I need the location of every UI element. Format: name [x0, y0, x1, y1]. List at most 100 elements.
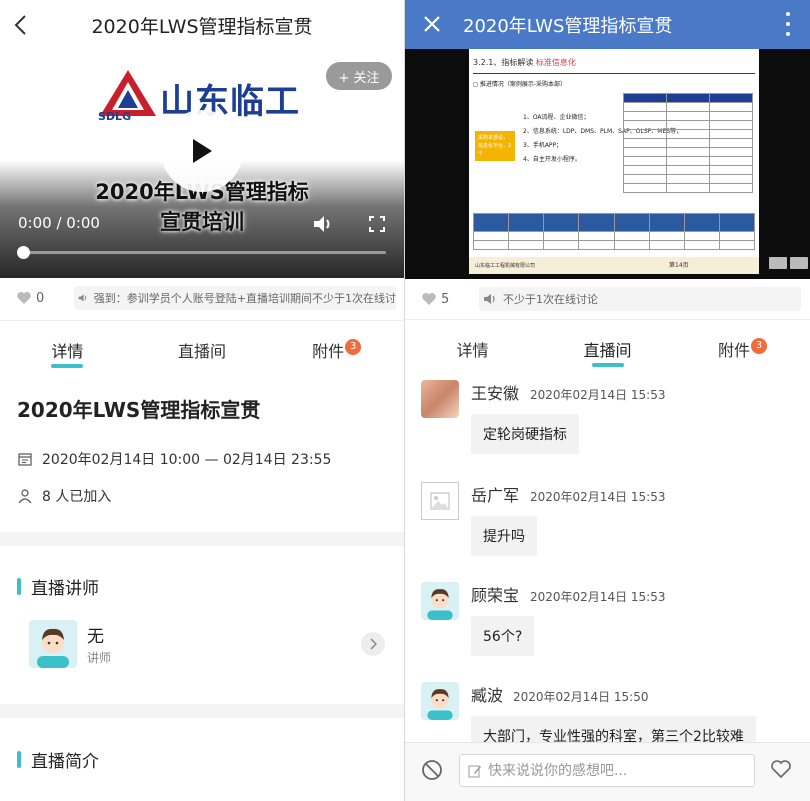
logo-sub: SDLG	[98, 110, 132, 123]
fullscreen-button[interactable]	[369, 216, 385, 236]
user-icon	[18, 489, 32, 504]
like-count: 5	[441, 291, 450, 307]
comment-bar	[405, 742, 810, 801]
tab-bar: 详情 直播间 附件 3	[0, 320, 404, 372]
event-time-row: 2020年02月14日 10:00 — 02月14日 23:55	[17, 449, 331, 469]
message-bubble: 定轮岗硬指标	[471, 414, 579, 454]
joined-row: 8 人已加入	[17, 486, 111, 506]
volume-button[interactable]	[312, 214, 334, 238]
slide-page-number: 第14页	[669, 262, 689, 269]
lecturer-role: 讲师	[87, 651, 112, 665]
tab-live-room[interactable]: 直播间	[135, 321, 270, 372]
like-count: 0	[36, 290, 45, 306]
message-time: 2020年02月14日 15:53	[530, 490, 666, 504]
heart-icon[interactable]	[421, 292, 437, 306]
close-button[interactable]	[419, 10, 445, 38]
notice-marquee: 强到：参训学员个人账号登陆+直播培训期间不少于1次在线讨	[74, 286, 396, 310]
lecturer-section-title: 直播讲师	[17, 574, 99, 599]
slide-control-button[interactable]	[790, 257, 808, 269]
lecturer-name: 无	[87, 627, 104, 647]
lecturer-card[interactable]: 无 讲师	[29, 620, 389, 670]
video-player[interactable]: 山东临工 SDLG 2020年LWS管理指标 宣贯培训 + 关注 0:00 / …	[0, 50, 404, 278]
section-divider	[0, 532, 404, 546]
avatar	[421, 380, 459, 418]
page-title: 2020年LWS管理指标宣贯	[463, 16, 673, 37]
mute-button[interactable]	[421, 759, 443, 785]
intro-section-title: 直播简介	[17, 747, 99, 772]
tab-attachments[interactable]: 附件 3	[675, 320, 810, 371]
video-progress-track[interactable]	[24, 251, 386, 254]
cartoon-avatar-icon	[421, 582, 459, 620]
play-button[interactable]	[161, 110, 243, 192]
avatar	[421, 682, 459, 720]
cartoon-avatar-icon	[29, 620, 77, 668]
tab-label: 详情	[456, 341, 489, 360]
follow-button[interactable]: + 关注	[326, 62, 392, 90]
page-title: 2020年LWS管理指标宣贯	[91, 15, 313, 38]
avatar	[29, 620, 77, 668]
section-accent-bar	[17, 578, 21, 595]
slide-viewer[interactable]: 3.2.1、指标解读 标准信息化 ◻ 推进情况（案例展示-采购本部） 采购本部设…	[405, 49, 810, 279]
top-bar: 2020年LWS管理指标宣贯	[405, 0, 810, 49]
lecturer-title-text: 直播讲师	[31, 579, 99, 599]
tab-label: 直播间	[178, 342, 227, 361]
comment-input[interactable]	[488, 762, 728, 779]
play-icon	[193, 139, 212, 163]
slide-control-button[interactable]	[769, 257, 787, 269]
more-dot	[786, 32, 790, 36]
more-dot	[786, 22, 790, 26]
close-icon	[424, 16, 440, 32]
slide-footer: 山东临工工程机械有限公司	[469, 257, 759, 274]
tab-label: 附件	[312, 342, 345, 361]
slide-heading-prefix: 3.2.1、指标解读	[473, 58, 534, 67]
heart-icon[interactable]	[16, 291, 32, 305]
tab-details[interactable]: 详情	[0, 321, 135, 372]
tab-active-indicator	[591, 363, 624, 367]
more-menu-button[interactable]	[784, 10, 792, 38]
speaker-icon	[78, 294, 87, 302]
intro-title-text: 直播简介	[31, 752, 99, 772]
avatar	[421, 482, 459, 520]
tab-live-room[interactable]: 直播间	[540, 320, 675, 371]
comment-input-wrapper[interactable]	[459, 754, 755, 787]
speaker-icon	[484, 294, 495, 304]
notice-marquee: 不少于1次在线讨论	[479, 287, 801, 311]
slide-table-right	[623, 93, 753, 193]
tab-bar: 详情 直播间 附件 3	[405, 319, 810, 371]
notice-text: 强到：参训学员个人账号登陆+直播培训期间不少于1次在线讨	[93, 292, 396, 305]
video-time: 0:00 / 0:00	[18, 214, 100, 232]
event-time: 2020年02月14日 10:00 — 02月14日 23:55	[42, 452, 332, 468]
joined-count: 8 人已加入	[42, 489, 112, 505]
like-button[interactable]	[770, 759, 792, 783]
message-bubble: 56个?	[471, 616, 535, 656]
back-button[interactable]	[8, 10, 32, 40]
left-screen: 2020年LWS管理指标宣贯 山东临工 SDLG 2020年LWS管理指标 宣贯…	[0, 0, 404, 801]
attachment-count-badge: 3	[751, 338, 767, 354]
sender-name: 王安徽	[471, 384, 520, 403]
chevron-left-icon	[14, 15, 26, 35]
fullscreen-icon	[369, 216, 385, 232]
video-progress-thumb[interactable]	[17, 246, 30, 259]
like-bar: 5 不少于1次在线讨论	[405, 279, 810, 319]
right-screen: 2020年LWS管理指标宣贯 3.2.1、指标解读 标准信息化 ◻ 推进情况（案…	[405, 0, 810, 801]
volume-icon	[314, 216, 330, 232]
notice-text: 不少于1次在线讨论	[503, 293, 598, 306]
more-dot	[786, 12, 790, 16]
lecturer-detail-button[interactable]	[361, 632, 385, 656]
tab-details[interactable]: 详情	[405, 320, 540, 371]
slide-page: 3.2.1、指标解读 标准信息化 ◻ 推进情况（案例展示-采购本部） 采购本部设…	[469, 49, 759, 274]
image-placeholder-icon	[430, 492, 450, 510]
message-bubble: 大部门，专业性强的科室，第三个2比较难	[471, 716, 756, 742]
tab-active-indicator	[51, 364, 84, 368]
sender-name: 顾荣宝	[471, 586, 520, 605]
attachment-count-badge: 3	[345, 339, 362, 355]
sender-name: 岳广军	[471, 486, 520, 505]
avatar	[421, 582, 459, 620]
slide-heading-emph: 标准信息化	[535, 58, 576, 67]
message-bubble: 提升吗	[471, 516, 537, 556]
event-title: 2020年LWS管理指标宣贯	[17, 398, 261, 422]
slide-highlight-box: 采购本部设，信息化平台，2个	[475, 131, 515, 161]
chat-list[interactable]: 王安徽 2020年02月14日 15:53 定轮岗硬指标 岳广军 2020年02…	[405, 372, 810, 742]
tab-attachments[interactable]: 附件 3	[269, 321, 404, 372]
message-time: 2020年02月14日 15:53	[530, 590, 666, 604]
